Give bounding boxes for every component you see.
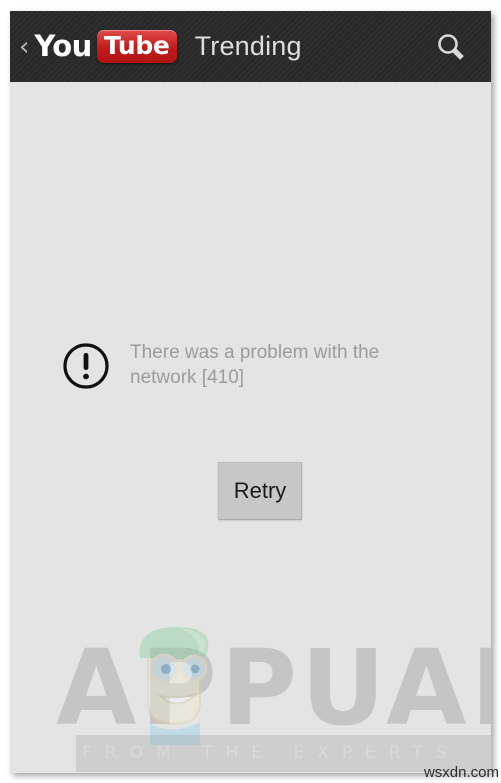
logo-tube-text: Tube (103, 31, 170, 60)
watermark-tagline-text: FROM THE EXPERTS (82, 743, 460, 763)
app-header: ‹ You Tube Trending (10, 11, 491, 82)
search-icon (438, 33, 464, 60)
watermark-brand-text: APPUALS (56, 627, 491, 749)
exclamation-circle-icon (62, 342, 110, 395)
youtube-logo[interactable]: You Tube (34, 29, 177, 63)
site-credit-text: wsxdn.com (423, 764, 499, 781)
retry-button[interactable]: Retry (218, 462, 302, 520)
phone-screen: ‹ You Tube Trending There was a problem … (10, 11, 491, 773)
search-button[interactable] (429, 25, 473, 69)
appuals-mascot-icon (139, 626, 209, 745)
logo-you-text: You (34, 29, 92, 63)
error-message-block: There was a problem with the network [41… (62, 340, 402, 395)
watermark: APPUALS FROM THE EXPERTS (10, 612, 491, 772)
back-chevron-icon[interactable]: ‹ (19, 34, 29, 60)
page-title: Trending (194, 31, 302, 61)
error-message-text: There was a problem with the network [41… (130, 342, 380, 388)
logo-tube-badge: Tube (96, 30, 177, 63)
content-area: There was a problem with the network [41… (10, 82, 491, 773)
